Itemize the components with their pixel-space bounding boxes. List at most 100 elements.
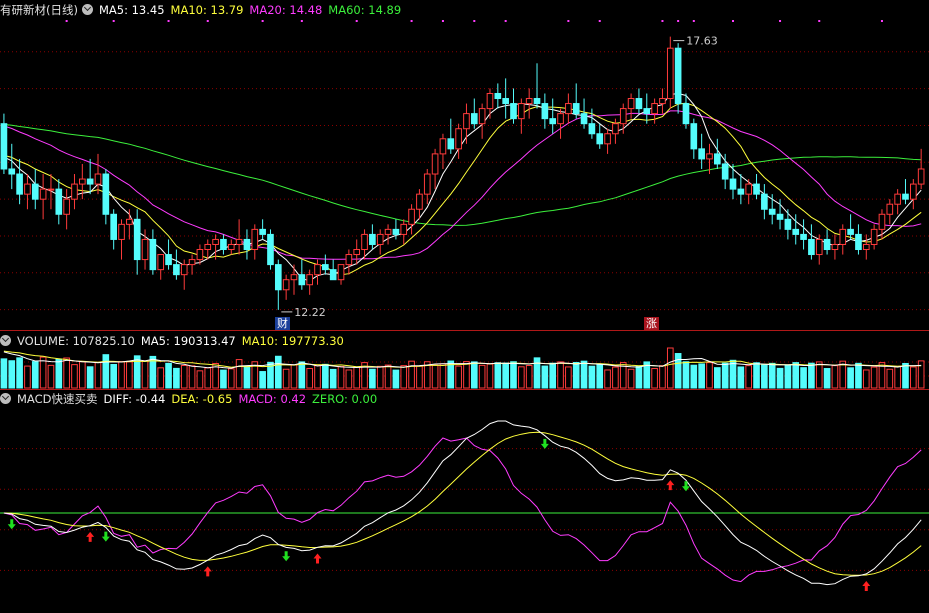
volume-bar	[314, 365, 321, 389]
candle-body	[572, 103, 580, 115]
volume-bar	[47, 364, 55, 389]
financial-report-badge[interactable]: 财	[275, 317, 290, 330]
candle-body	[408, 208, 415, 225]
volume-bar	[862, 369, 870, 389]
volume-bar	[31, 361, 39, 389]
signal-dot	[779, 20, 782, 22]
volume-bar	[557, 361, 564, 389]
volume-bar	[565, 366, 572, 389]
candle-body	[31, 183, 39, 200]
buy-arrow-icon	[666, 480, 675, 491]
sell-arrow-icon	[681, 481, 690, 492]
volume-bar	[518, 366, 525, 389]
candle-body	[878, 213, 886, 230]
candle-body	[149, 238, 157, 271]
candle-body	[557, 113, 564, 125]
volume-bar	[886, 368, 894, 389]
candle-body	[204, 243, 212, 251]
volume-bar	[369, 368, 376, 389]
volume-bar	[510, 361, 517, 389]
volume-bar	[815, 361, 823, 389]
candle-body	[721, 163, 729, 180]
volume-bar	[463, 361, 470, 389]
volume-bar	[533, 357, 541, 389]
volume-bar	[416, 365, 423, 389]
volume-panel-header: VOLUME: 107825.10 MA5: 190313.47 MA10: 197…	[0, 332, 350, 350]
candle-body	[831, 243, 839, 251]
candle-body	[102, 173, 110, 215]
stock-chart-window[interactable]: 17.63 12.22 有研新材(日线) MA5: 13.45 MA10: 13.79…	[0, 0, 929, 613]
candle-body	[823, 238, 831, 251]
candle-body	[126, 218, 133, 225]
signal-dot	[261, 20, 264, 22]
candle-body	[0, 123, 8, 170]
limit-up-badge[interactable]: 涨	[644, 317, 659, 330]
candle-body	[39, 188, 47, 200]
volume-bar	[243, 365, 251, 389]
candle-body	[894, 193, 901, 205]
volume-bar	[0, 358, 8, 389]
candle-body	[839, 228, 847, 245]
candle-body	[847, 228, 854, 235]
volume-bar	[659, 365, 666, 389]
signal-dot	[504, 20, 507, 22]
candle-body	[792, 228, 800, 235]
low-price-label: 12.22	[294, 306, 326, 319]
candle-body	[674, 47, 682, 105]
diff-line	[3, 420, 922, 586]
diff-value: DIFF: -0.44	[103, 392, 166, 406]
candle-body	[259, 228, 266, 235]
candle-body	[157, 254, 165, 271]
volume-bar	[588, 365, 596, 389]
volume-bar	[78, 361, 86, 389]
volume-bar	[306, 368, 313, 389]
candle-body	[619, 108, 627, 125]
volume-bar	[431, 364, 439, 389]
candle-body	[423, 173, 431, 195]
candle-body	[682, 103, 690, 125]
chart-canvas[interactable]: 17.63 12.22	[0, 0, 929, 613]
volume-bar	[235, 359, 243, 389]
candle-body	[94, 173, 102, 185]
candle-body	[690, 123, 698, 150]
volume-bar	[71, 364, 78, 389]
candle-body	[337, 264, 345, 281]
volume-bar	[16, 357, 23, 389]
volume-bar	[290, 364, 298, 389]
macd-value: MACD: 0.42	[238, 392, 307, 406]
volume-bar	[666, 347, 674, 389]
volume-bar	[24, 365, 31, 389]
volume-bar	[768, 362, 776, 389]
candle-body	[776, 213, 784, 220]
volume-bar	[141, 360, 149, 389]
panel-separator[interactable]	[0, 330, 929, 331]
candle-body	[212, 238, 219, 245]
candle-body	[267, 233, 274, 266]
buy-arrow-icon	[86, 531, 95, 542]
candle-body	[745, 183, 753, 195]
candle-body	[384, 228, 392, 235]
sell-arrow-icon	[101, 531, 110, 542]
candle-body	[753, 183, 760, 195]
macd-title: MACD快速买卖	[17, 392, 98, 406]
volume-bar	[737, 366, 745, 389]
candle-body	[314, 264, 321, 276]
indicator-menu-icon[interactable]	[81, 4, 93, 15]
signal-dot	[598, 20, 601, 22]
volume-bar	[110, 363, 117, 389]
signal-dot	[410, 20, 413, 22]
signal-dot	[206, 20, 209, 22]
volume-menu-icon[interactable]	[0, 335, 11, 346]
candle-body	[698, 148, 705, 160]
candle-body	[604, 133, 611, 145]
volume-bar	[580, 360, 588, 389]
volume-bar	[572, 361, 580, 389]
volume-bar	[259, 371, 266, 389]
candle-body	[376, 233, 384, 245]
volume-bar	[478, 364, 486, 389]
volume-bar	[800, 367, 807, 389]
stock-title: 有研新材(日线)	[0, 3, 78, 17]
macd-menu-icon[interactable]	[0, 393, 11, 404]
volume-bar	[345, 369, 353, 389]
volume-bar	[698, 363, 705, 389]
